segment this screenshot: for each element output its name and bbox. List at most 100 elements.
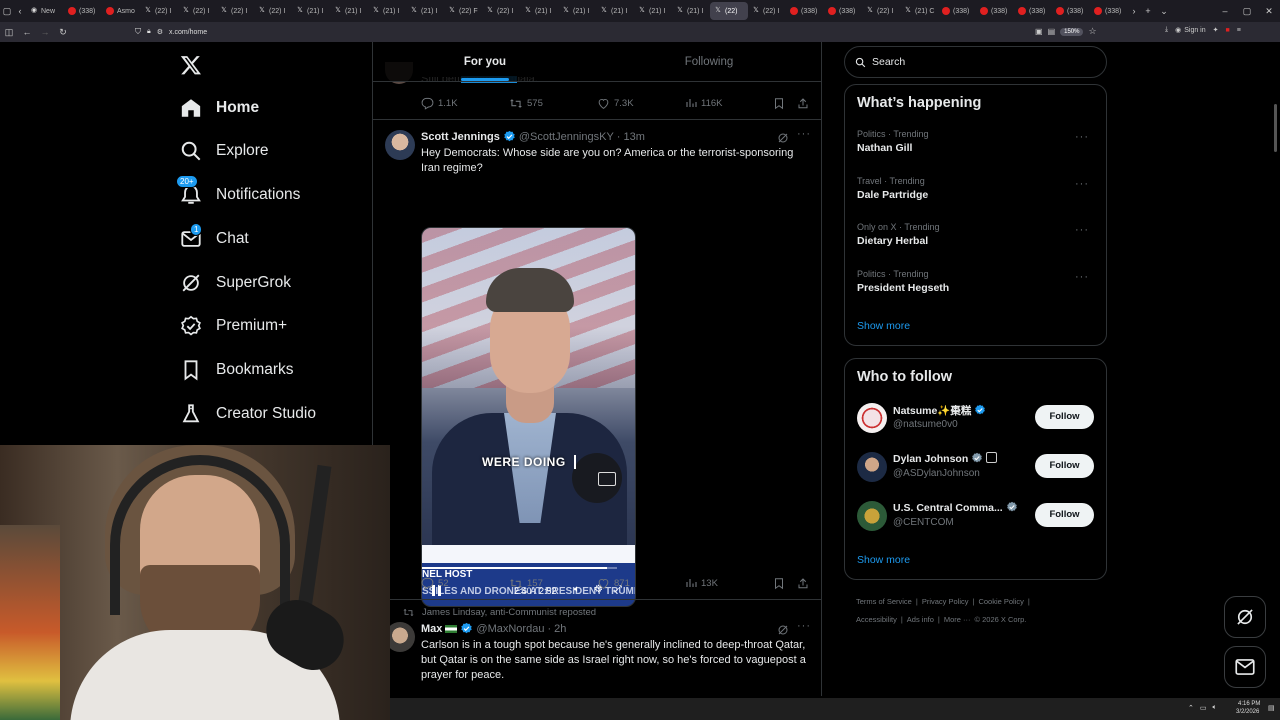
reply-button[interactable]: 1.1K [421, 97, 458, 110]
avatar[interactable] [857, 452, 887, 482]
repost-button[interactable]: 575 [509, 97, 543, 110]
nav-item-label[interactable]: Explore [216, 142, 269, 160]
browser-tab[interactable]: 𝕏 (22) I [482, 2, 520, 20]
nav-item-label[interactable]: Creator Studio [216, 405, 316, 423]
avatar[interactable] [857, 501, 887, 531]
video-progress-track[interactable] [422, 567, 617, 569]
browser-tab[interactable]: 𝕏 (21) I [330, 2, 368, 20]
trend-item[interactable]: Travel · Trending Dale Partridge ··· [857, 176, 1097, 201]
browser-tab[interactable]: Asmo [102, 2, 140, 20]
browser-tab[interactable]: 𝕏 (21) I [596, 2, 634, 20]
author-handle[interactable]: @MaxNordau [476, 623, 544, 635]
footer-link[interactable]: Ads info [907, 615, 934, 624]
show-more-link[interactable]: Show more [857, 554, 910, 566]
footer-link[interactable]: More ··· [944, 615, 971, 624]
tab-scroll-right-icon[interactable]: › [1128, 6, 1140, 16]
suggestion-name[interactable]: Dylan Johnson [893, 453, 968, 465]
sidebar-toggle-icon[interactable]: ◫ [0, 27, 18, 38]
browser-tab[interactable]: 𝕏 (21) I [520, 2, 558, 20]
grok-floating-button[interactable] [1224, 596, 1266, 638]
x-logo-icon[interactable] [180, 54, 202, 76]
page-scrollbar[interactable] [1274, 104, 1277, 152]
url-text[interactable]: x.com/home [169, 29, 207, 36]
share-button[interactable] [797, 577, 809, 590]
tweet[interactable]: Scott Jennings @ScottJenningsKY · 13m ··… [373, 120, 821, 607]
clock-time[interactable]: 4:16 PM [1238, 701, 1260, 707]
video-player[interactable]: WERE DOING NEL HOST SSILES AND DRONES AT… [421, 227, 636, 607]
nav-item-supergrok[interactable]: SuperGrok [180, 268, 291, 298]
browser-tab[interactable]: 𝕏 (22) F [444, 2, 482, 20]
grok-icon[interactable] [777, 132, 789, 144]
tab-scroll-left-icon[interactable]: ‹ [14, 6, 26, 16]
sign-in-button[interactable]: Sign in [1184, 27, 1205, 34]
nav-item-bookmarks[interactable]: Bookmarks [180, 355, 294, 385]
tweet-time[interactable]: · 2h [547, 623, 566, 635]
browser-tab[interactable]: ◉ New [26, 2, 64, 20]
suggestion-handle[interactable]: @natsume0v0 [893, 419, 958, 430]
browser-tab[interactable]: (338) [1052, 2, 1090, 20]
follow-suggestion[interactable]: U.S. Central Comma... @CENTCOM Follow [857, 499, 1097, 535]
tab-for-you[interactable]: For you [373, 42, 597, 81]
show-more-link[interactable]: Show more [857, 320, 910, 332]
close-window-button[interactable]: ✕ [1258, 6, 1280, 17]
reposted-by[interactable]: James Lindsay, anti-Communist reposted [422, 607, 596, 618]
tab-following-label[interactable]: Following [685, 56, 734, 68]
new-tab-button[interactable]: + [1140, 6, 1156, 16]
pip-icon[interactable] [598, 472, 616, 486]
search-placeholder[interactable]: Search [872, 56, 905, 68]
browser-tab[interactable]: 𝕏 (21) I [558, 2, 596, 20]
tray-chevron-icon[interactable]: ⌃ [1188, 704, 1194, 712]
more-options-icon[interactable]: ··· [797, 620, 811, 632]
more-options-icon[interactable]: ··· [1075, 131, 1089, 143]
nav-item-premium[interactable]: Premium+ [180, 311, 287, 341]
more-options-icon[interactable]: ··· [1075, 224, 1089, 236]
maximize-button[interactable]: ▢ [1236, 6, 1258, 17]
tab-dropdown-icon[interactable]: ⌄ [1156, 6, 1172, 17]
nav-item-label[interactable]: Bookmarks [216, 361, 294, 379]
views-button[interactable]: 116K [685, 97, 722, 109]
browser-tab[interactable]: 𝕏 (22) I [254, 2, 292, 20]
author-name[interactable]: Max [421, 623, 442, 635]
browser-tab[interactable]: 𝕏 (21) I [292, 2, 330, 20]
shield-icon[interactable]: ⛉ [135, 27, 141, 37]
footer-link[interactable]: Privacy Policy [922, 597, 969, 606]
browser-tab[interactable]: (338) [786, 2, 824, 20]
follow-button[interactable]: Follow [1035, 503, 1094, 527]
url-field[interactable]: ⛉ 🔒︎ ⚙ x.com/home [135, 25, 1115, 39]
bookmark-star-icon[interactable]: ☆ [1088, 26, 1096, 37]
tweet[interactable]: James Lindsay, anti-Communist reposted M… [373, 600, 821, 696]
footer-link[interactable]: Accessibility [856, 615, 897, 624]
trend-item[interactable]: Only on X · Trending Dietary Herbal ··· [857, 222, 1097, 247]
nav-item-creator-studio[interactable]: Creator Studio [180, 399, 316, 429]
lock-icon[interactable]: 🔒︎ [147, 28, 151, 36]
bookmark-button[interactable] [773, 577, 785, 590]
tray-volume-icon[interactable]: 🔈︎ [1213, 704, 1217, 712]
tray-network-icon[interactable]: ▭ [1200, 704, 1207, 712]
nav-item-label[interactable]: Notifications [216, 186, 300, 204]
extensions-icon[interactable]: ✦ [1213, 26, 1219, 34]
clock-date[interactable]: 3/2/2026 [1236, 709, 1259, 715]
browser-tab[interactable]: (338) [938, 2, 976, 20]
picture-in-picture-icon[interactable]: ▣ [1035, 27, 1043, 36]
bookmark-button[interactable] [773, 97, 785, 110]
more-options-icon[interactable]: ··· [1075, 271, 1089, 283]
suggestion-handle[interactable]: @ASDylanJohnson [893, 468, 980, 479]
extension-icon[interactable]: ■ [1226, 27, 1230, 34]
follow-button[interactable]: Follow [1035, 454, 1094, 478]
account-icon[interactable]: ◉ [1175, 26, 1181, 34]
tab-for-you-label[interactable]: For you [464, 56, 506, 68]
avatar[interactable] [857, 403, 887, 433]
suggestion-handle[interactable]: @CENTCOM [893, 517, 954, 528]
browser-tab[interactable]: 𝕏 (22) I [216, 2, 254, 20]
browser-tab[interactable]: (338) [824, 2, 862, 20]
browser-tab[interactable]: (338) [1014, 2, 1052, 20]
nav-item-label[interactable]: SuperGrok [216, 274, 291, 292]
browser-tab[interactable]: 𝕏 (21) I [672, 2, 710, 20]
reload-button[interactable]: ↻ [54, 27, 72, 38]
share-button[interactable] [797, 97, 809, 110]
repost-button[interactable]: 157 [509, 577, 543, 590]
notification-center-icon[interactable]: ▤ [1268, 704, 1275, 712]
browser-tab[interactable]: (338) [64, 2, 102, 20]
browser-tab[interactable]: 𝕏 (21) C [900, 2, 938, 20]
browser-tab[interactable]: 𝕏 (21) I [406, 2, 444, 20]
